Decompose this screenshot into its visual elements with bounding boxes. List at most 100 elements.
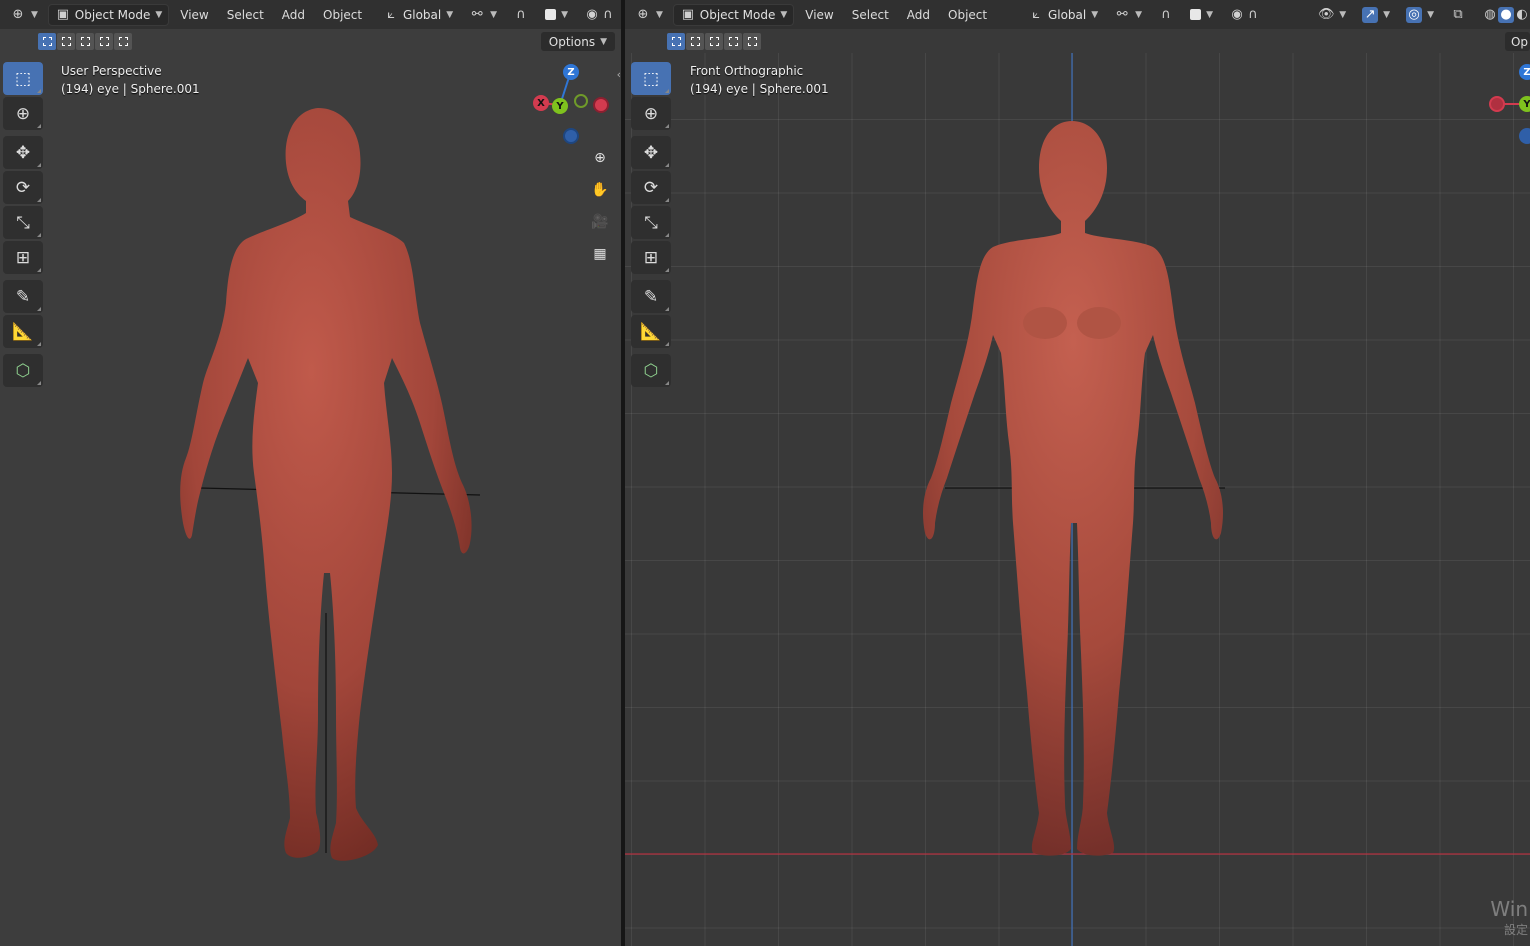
gizmo-neg-x-axis[interactable] xyxy=(593,97,609,113)
scale-icon: ⤡ xyxy=(644,212,658,233)
mode-dropdown[interactable]: ▣ Object Mode ▼ xyxy=(47,3,170,26)
orientation-label: Global xyxy=(402,7,442,22)
navigation-buttons: ⊕ ✋ 🎥 ▦ xyxy=(589,147,611,265)
transform-orientation-dropdown[interactable]: ⟀ Global ▼ xyxy=(1022,4,1104,26)
tool-measure[interactable]: 📐 xyxy=(631,315,671,348)
select-invert-button[interactable] xyxy=(95,33,113,50)
gizmo-neg-z-axis[interactable] xyxy=(1519,128,1530,144)
pivot-dropdown[interactable]: ⚯ ▼ xyxy=(1108,4,1148,26)
mode-dropdown[interactable]: ▣ Object Mode ▼ xyxy=(672,3,795,26)
left-toolbar: ⬚ ⊕ ✥ ⟳ ⤡ ⊞ ✎ 📐 ⬡ xyxy=(3,62,43,389)
tool-transform[interactable]: ⊞ xyxy=(3,241,43,274)
left-3d-viewport[interactable]: ⊕ ▼ ▣ Object Mode ▼ View Select Add Object… xyxy=(0,0,621,946)
menu-add[interactable]: Add xyxy=(275,4,312,26)
chevron-down-icon: ▼ xyxy=(1135,9,1143,20)
zoom-icon[interactable]: ⊕ xyxy=(589,147,611,169)
options-dropdown[interactable]: Op xyxy=(1504,32,1530,51)
gizmo-z-axis[interactable]: Z xyxy=(1519,64,1530,80)
menu-view[interactable]: View xyxy=(173,4,215,26)
falloff-icon: ∩ xyxy=(1248,7,1258,22)
chevron-down-icon: ▼ xyxy=(31,9,38,20)
editor-type-button[interactable]: ⊕ ▼ xyxy=(4,4,44,26)
gizmo-y-axis[interactable]: Y xyxy=(552,98,568,114)
right-3d-viewport[interactable]: ⊕ ▼ ▣ Object Mode ▼ View Select Add Object… xyxy=(625,0,1530,946)
snap-toggle[interactable]: ∩ xyxy=(507,4,535,26)
select-subtract-button[interactable] xyxy=(76,33,94,50)
tool-move[interactable]: ✥ xyxy=(3,136,43,169)
select-extend-button[interactable] xyxy=(686,33,704,50)
camera-icon[interactable]: 🎥 xyxy=(589,211,611,233)
menu-object[interactable]: Object xyxy=(941,4,994,26)
eye-icon: 👁 xyxy=(1317,7,1335,22)
select-new-button[interactable] xyxy=(667,33,685,50)
tool-annotate[interactable]: ✎ xyxy=(631,280,671,313)
watermark-line1: Win xyxy=(1490,897,1528,921)
tool-annotate[interactable]: ✎ xyxy=(3,280,43,313)
chevron-down-icon: ▼ xyxy=(1206,9,1213,20)
tool-rotate[interactable]: ⟳ xyxy=(631,171,671,204)
proportional-edit-icon: ◉ xyxy=(1231,7,1243,22)
mode-label: Object Mode xyxy=(74,7,151,22)
overlays-toggle[interactable]: ◎ ▼ xyxy=(1400,4,1440,26)
tool-scale[interactable]: ⤡ xyxy=(631,206,671,239)
editor-type-button[interactable]: ⊕ ▼ xyxy=(629,4,669,26)
tool-add-cube[interactable]: ⬡ xyxy=(631,354,671,387)
visibility-dropdown[interactable]: 👁 ▼ xyxy=(1312,4,1352,26)
pivot-icon: ⚯ xyxy=(1116,7,1128,22)
proportional-edit-toggle[interactable]: ◉ ∩ xyxy=(578,4,621,26)
gizmo-neg-y-axis[interactable] xyxy=(574,94,588,108)
select-invert-button[interactable] xyxy=(724,33,742,50)
menu-select[interactable]: Select xyxy=(845,4,896,26)
tool-add-cube[interactable]: ⬡ xyxy=(3,354,43,387)
tool-rotate[interactable]: ⟳ xyxy=(3,171,43,204)
add-cube-icon: ⬡ xyxy=(15,360,31,381)
navigation-gizmo[interactable]: Z X Y xyxy=(530,62,612,146)
snap-target-dropdown[interactable]: ▼ xyxy=(1184,4,1219,26)
gizmo-x-axis[interactable]: X xyxy=(533,95,549,111)
pivot-dropdown[interactable]: ⚯ ▼ xyxy=(463,4,503,26)
measure-icon: 📐 xyxy=(640,321,662,342)
select-new-icon xyxy=(42,37,52,46)
tool-scale[interactable]: ⤡ xyxy=(3,206,43,239)
chevron-down-icon: ▼ xyxy=(1091,9,1099,20)
menu-add[interactable]: Add xyxy=(900,4,937,26)
navigation-gizmo[interactable]: Z Y xyxy=(1487,62,1530,146)
gizmo-neg-z-axis[interactable] xyxy=(563,128,579,144)
proportional-edit-toggle[interactable]: ◉ ∩ xyxy=(1223,4,1267,26)
gizmo-y-axis[interactable]: Y xyxy=(1519,96,1530,112)
options-dropdown[interactable]: Options ▼ xyxy=(540,32,615,51)
select-intersect-button[interactable] xyxy=(743,33,761,50)
gizmo-z-axis[interactable]: Z xyxy=(563,64,579,80)
model-back-view[interactable] xyxy=(0,53,621,946)
select-new-button[interactable] xyxy=(38,33,56,50)
chevron-down-icon: ▼ xyxy=(1383,9,1391,20)
snap-icon: ∩ xyxy=(1161,7,1171,22)
select-intersect-button[interactable] xyxy=(114,33,132,50)
tool-cursor[interactable]: ⊕ xyxy=(631,97,671,130)
tool-transform[interactable]: ⊞ xyxy=(631,241,671,274)
xray-toggle[interactable]: ⧉ xyxy=(1444,4,1472,26)
hand-icon[interactable]: ✋ xyxy=(589,179,611,201)
chevron-down-icon: ▼ xyxy=(490,9,498,20)
select-extend-button[interactable] xyxy=(57,33,75,50)
shading-modes[interactable]: ◍ ● ◐ xyxy=(1476,4,1530,26)
tool-move[interactable]: ✥ xyxy=(631,136,671,169)
menu-view[interactable]: View xyxy=(798,4,840,26)
model-front-view[interactable] xyxy=(625,53,1530,946)
menu-object[interactable]: Object xyxy=(316,4,369,26)
snap-toggle[interactable]: ∩ xyxy=(1152,4,1180,26)
gizmo-toggle[interactable]: ↗ ▼ xyxy=(1356,4,1396,26)
tool-measure[interactable]: 📐 xyxy=(3,315,43,348)
snap-target-dropdown[interactable]: ▼ xyxy=(539,4,574,26)
gizmo-neg-x-axis[interactable] xyxy=(1489,96,1505,112)
tool-select-box[interactable]: ⬚ xyxy=(3,62,43,95)
grid-icon[interactable]: ▦ xyxy=(589,243,611,265)
menu-select[interactable]: Select xyxy=(220,4,271,26)
tool-select-box[interactable]: ⬚ xyxy=(631,62,671,95)
tool-cursor[interactable]: ⊕ xyxy=(3,97,43,130)
viewport-info: Front Orthographic (194) eye | Sphere.00… xyxy=(690,62,829,98)
gizmo-icon: ↗ xyxy=(1362,6,1379,23)
transform-orientation-dropdown[interactable]: ⟀ Global ▼ xyxy=(377,4,459,26)
overlays-icon: ◎ xyxy=(1406,6,1423,23)
select-subtract-button[interactable] xyxy=(705,33,723,50)
